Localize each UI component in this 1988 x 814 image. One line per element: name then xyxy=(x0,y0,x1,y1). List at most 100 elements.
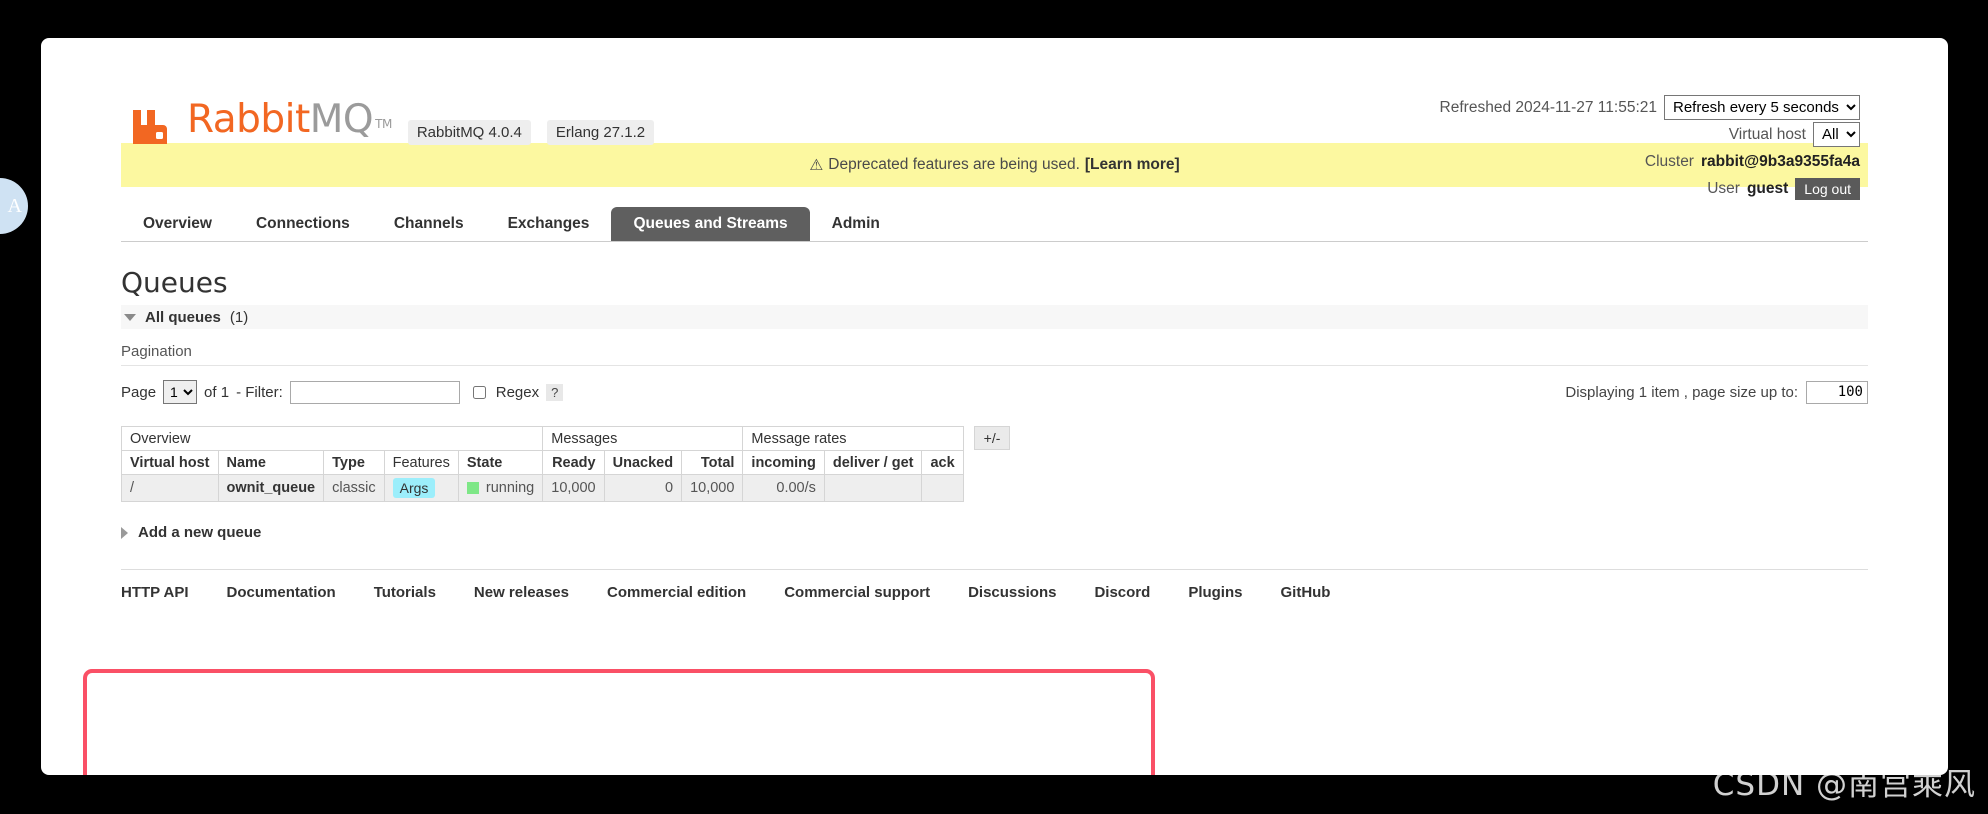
cell-virtual-host: / xyxy=(121,474,219,502)
tab-exchanges[interactable]: Exchanges xyxy=(486,207,612,241)
page-label: Page xyxy=(121,383,157,401)
regex-label: Regex xyxy=(495,383,540,401)
group-header-messages: Messages xyxy=(542,426,744,451)
pagination-controls-right: Displaying 1 item , page size up to: xyxy=(1565,380,1868,404)
left-edge-avatar-badge: A xyxy=(0,178,28,234)
pagination-controls-row: Page 1 of 1 - Filter: Regex ? Displaying… xyxy=(121,366,1868,404)
tab-overview[interactable]: Overview xyxy=(121,207,234,241)
warning-triangle-icon: ⚠ xyxy=(809,156,824,174)
header-status-panel: Refreshed 2024-11-27 11:55:21 Refresh ev… xyxy=(1440,94,1860,202)
footer-link-commercial-support[interactable]: Commercial support xyxy=(784,584,930,601)
regex-help-icon[interactable]: ? xyxy=(546,383,564,401)
table-row[interactable]: / ownit_queue classic Args running 10,00… xyxy=(121,474,964,502)
filter-input[interactable] xyxy=(289,380,460,404)
column-state[interactable]: State xyxy=(457,450,544,475)
page-size-input[interactable] xyxy=(1806,380,1868,404)
cell-incoming: 0.00/s xyxy=(742,474,825,502)
footer-link-tutorials[interactable]: Tutorials xyxy=(374,584,436,601)
log-out-button[interactable]: Log out xyxy=(1795,177,1860,200)
cluster-name: rabbit@9b3a9355fa4a xyxy=(1700,153,1860,170)
add-new-queue-label: Add a new queue xyxy=(138,524,262,541)
left-edge-avatar-label: A xyxy=(7,194,22,217)
args-badge[interactable]: Args xyxy=(392,478,436,498)
page-title: Queues xyxy=(121,266,228,299)
learn-more-link[interactable]: [Learn more] xyxy=(1085,156,1180,174)
pagination-controls-left: Page 1 of 1 - Filter: Regex ? xyxy=(121,380,564,404)
trademark-mark: TM xyxy=(375,117,392,131)
brand-wordmark: RabbitMQ TM xyxy=(187,100,392,148)
cluster-row: Cluster rabbit@9b3a9355fa4a xyxy=(1440,148,1860,175)
cell-total: 10,000 xyxy=(681,474,744,502)
tab-connections[interactable]: Connections xyxy=(234,207,372,241)
column-type[interactable]: Type xyxy=(323,450,385,475)
brand-name-primary: Rabbit xyxy=(187,97,310,142)
footer-link-commercial-edition[interactable]: Commercial edition xyxy=(607,584,746,601)
virtual-host-select[interactable]: All xyxy=(1813,122,1860,147)
all-queues-label: All queues xyxy=(145,308,221,326)
refresh-row: Refreshed 2024-11-27 11:55:21 Refresh ev… xyxy=(1440,94,1860,121)
column-name[interactable]: Name xyxy=(217,450,325,475)
rabbitmq-version-badge: RabbitMQ 4.0.4 xyxy=(407,120,531,145)
regex-checkbox[interactable] xyxy=(472,385,486,399)
toggle-columns-button[interactable]: +/- xyxy=(973,426,1011,450)
footer-link-discord[interactable]: Discord xyxy=(1094,584,1150,601)
cell-deliver-get xyxy=(823,474,923,502)
page-number-select[interactable]: 1 xyxy=(163,380,198,404)
column-virtual-host[interactable]: Virtual host xyxy=(121,450,219,475)
tab-queues-and-streams[interactable]: Queues and Streams xyxy=(611,207,810,241)
page-total-label: of 1 xyxy=(204,383,230,401)
queues-table-container: Overview Messages Message rates Virtual … xyxy=(120,426,1868,502)
brand-area: RabbitMQ TM RabbitMQ 4.0.4 Erlang 27.1.2 xyxy=(129,100,655,148)
footer-links: HTTP API Documentation Tutorials New rel… xyxy=(121,569,1868,601)
rabbitmq-management-page: RabbitMQ TM RabbitMQ 4.0.4 Erlang 27.1.2 … xyxy=(41,38,1948,775)
watermark-text: CSDN @南宫乘风 xyxy=(1712,767,1976,803)
cell-state: running xyxy=(457,474,544,502)
refresh-interval-select[interactable]: Refresh every 5 seconds xyxy=(1664,95,1860,120)
filter-label: - Filter: xyxy=(236,383,283,401)
table-group-header-row: Overview Messages Message rates xyxy=(120,426,964,451)
group-header-overview: Overview xyxy=(120,426,544,451)
deprecation-banner-text: Deprecated features are being used. xyxy=(828,156,1080,173)
pagination-section-label: Pagination xyxy=(121,329,1868,366)
footer-link-new-releases[interactable]: New releases xyxy=(474,584,569,601)
erlang-version-badge: Erlang 27.1.2 xyxy=(546,120,655,145)
column-features[interactable]: Features xyxy=(383,450,459,475)
user-name: guest xyxy=(1746,180,1789,197)
table-column-header-row: Virtual host Name Type Features State Re… xyxy=(121,450,964,475)
group-header-message-rates: Message rates xyxy=(742,426,964,451)
vhost-label: Virtual host xyxy=(1728,126,1806,143)
cluster-label: Cluster xyxy=(1644,153,1694,170)
column-total[interactable]: Total xyxy=(681,450,744,475)
cell-queue-name[interactable]: ownit_queue xyxy=(217,474,325,502)
column-unacked[interactable]: Unacked xyxy=(603,450,683,475)
footer-link-http-api[interactable]: HTTP API xyxy=(121,584,189,601)
cell-ready: 10,000 xyxy=(542,474,605,502)
annotation-highlight-box xyxy=(83,669,1155,775)
user-row: User guest Log out xyxy=(1440,175,1860,202)
page-header: RabbitMQ TM RabbitMQ 4.0.4 Erlang 27.1.2 … xyxy=(41,38,1948,200)
status-indicator-icon xyxy=(466,482,479,494)
footer-link-github[interactable]: GitHub xyxy=(1280,584,1330,601)
state-label: running xyxy=(485,480,535,496)
chevron-right-icon xyxy=(121,526,128,539)
user-label: User xyxy=(1707,180,1740,197)
refreshed-timestamp: Refreshed 2024-11-27 11:55:21 xyxy=(1439,99,1657,116)
all-queues-section-header[interactable]: All queues (1) xyxy=(121,305,1868,329)
footer-link-discussions[interactable]: Discussions xyxy=(968,584,1056,601)
tab-admin[interactable]: Admin xyxy=(810,207,902,241)
column-deliver-get[interactable]: deliver / get xyxy=(823,450,923,475)
column-ready[interactable]: Ready xyxy=(542,450,605,475)
rabbitmq-logo-icon xyxy=(129,106,171,148)
all-queues-count: (1) xyxy=(229,308,249,326)
main-navigation-tabs: Overview Connections Channels Exchanges … xyxy=(121,207,1868,242)
displaying-items-label: Displaying 1 item , page size up to: xyxy=(1565,383,1798,401)
tab-channels[interactable]: Channels xyxy=(372,207,486,241)
footer-link-plugins[interactable]: Plugins xyxy=(1188,584,1242,601)
column-incoming[interactable]: incoming xyxy=(742,450,825,475)
main-content: Queues All queues (1) Pagination Page 1 … xyxy=(41,266,1948,775)
footer-link-documentation[interactable]: Documentation xyxy=(227,584,336,601)
add-new-queue-section[interactable]: Add a new queue xyxy=(121,524,1868,541)
column-ack[interactable]: ack xyxy=(921,450,964,475)
cell-ack xyxy=(921,474,964,502)
cell-type: classic xyxy=(323,474,385,502)
